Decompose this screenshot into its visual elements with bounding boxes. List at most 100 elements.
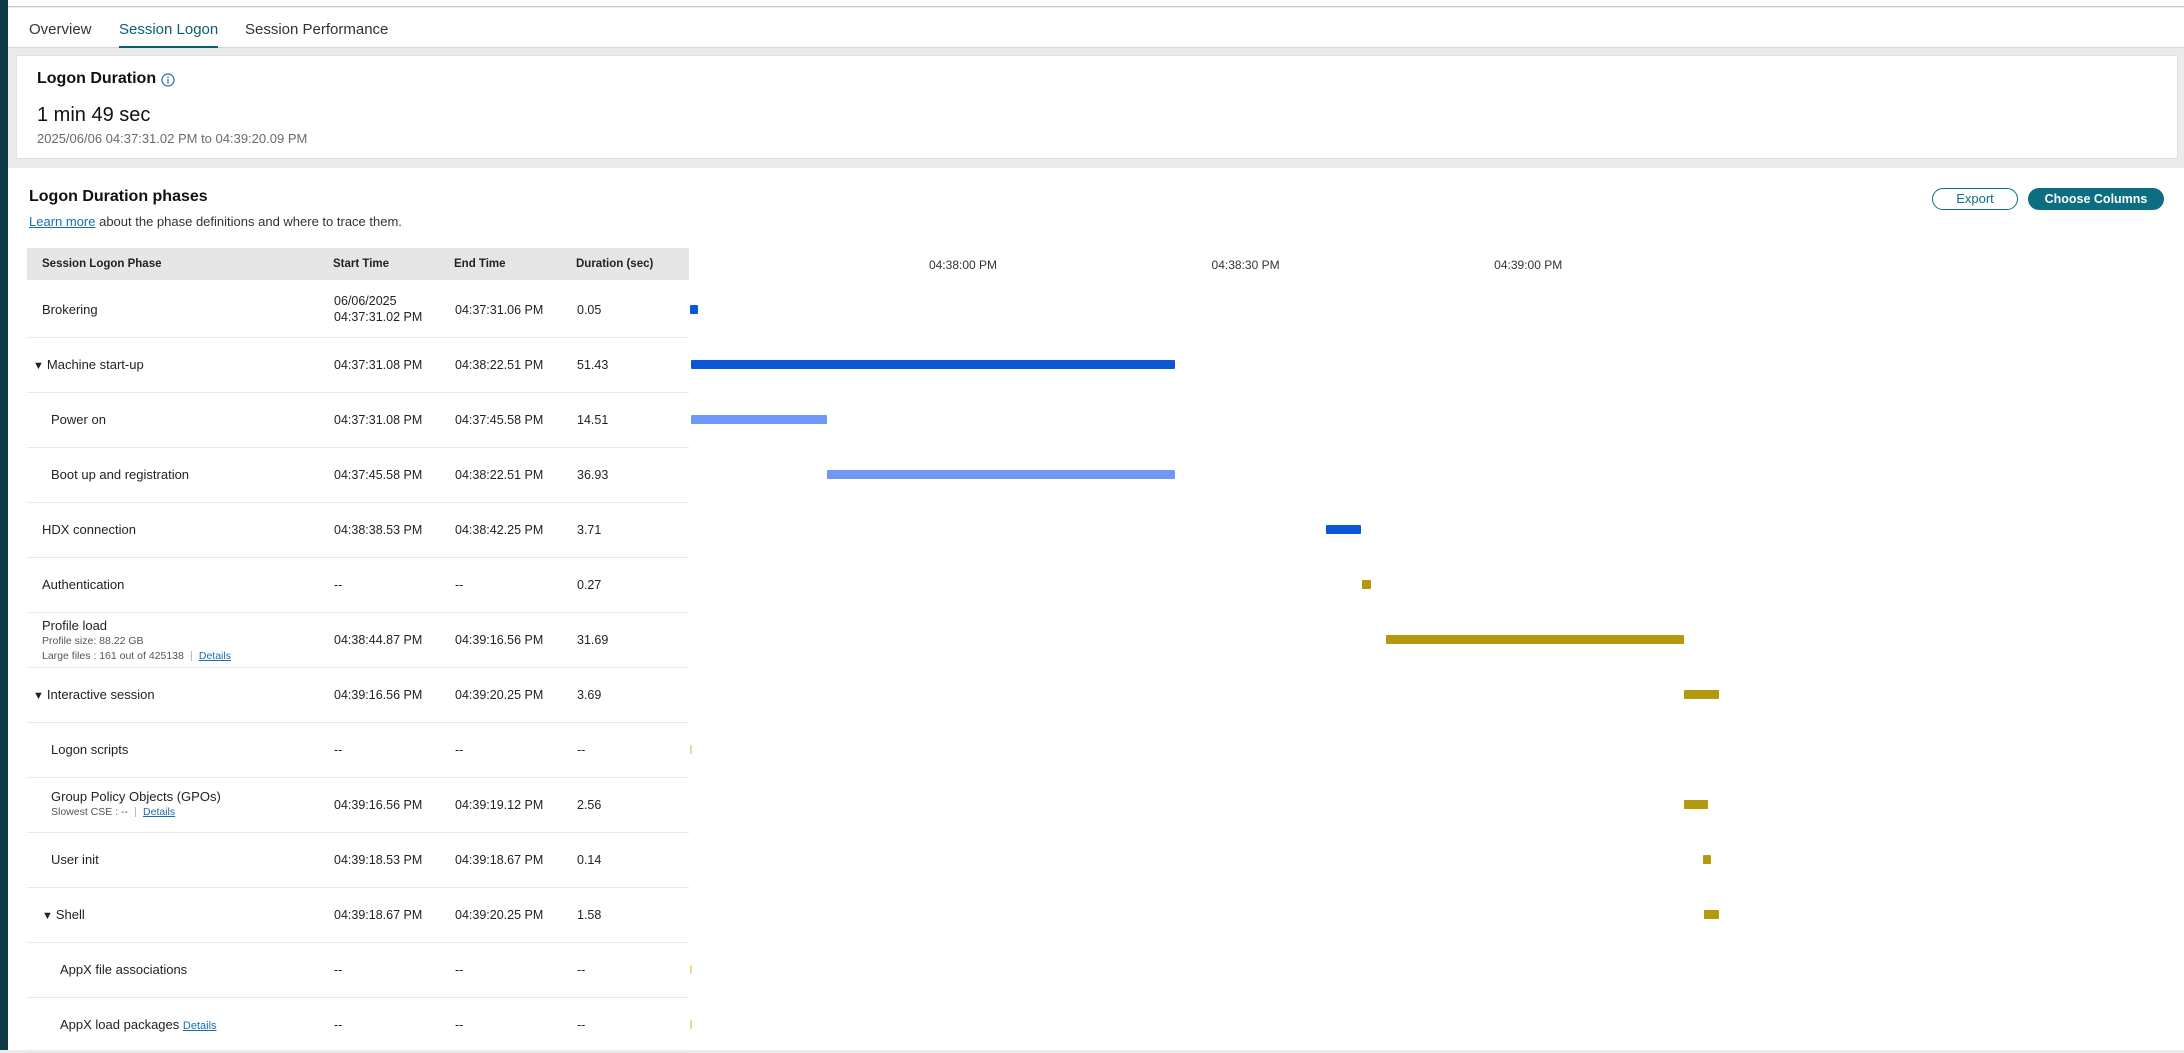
- learn-more-link[interactable]: Learn more: [29, 214, 95, 229]
- table-header: Session Logon Phase Start Time End Time …: [27, 248, 689, 280]
- table-row[interactable]: ▼ Interactive session 04:39:16.56 PM 04:39:…: [27, 668, 689, 723]
- end-time-cell: 04:39:16.56 PM: [455, 633, 544, 647]
- table-row[interactable]: Logon scripts -- -- --: [27, 723, 689, 778]
- duration-cell: 3.69: [577, 688, 602, 702]
- phase-name-line: Profile load: [42, 618, 231, 633]
- timeline-bar[interactable]: [690, 415, 828, 424]
- timeline-tick-label: 04:39:00 PM: [1494, 258, 1563, 272]
- timeline-bar[interactable]: [1684, 690, 1719, 699]
- timeline-bar[interactable]: [1684, 800, 1709, 809]
- phase-name-line: ▼ Interactive session: [33, 687, 155, 702]
- logon-duration-summary: Logon Duration 1 min 49 sec 2025/06/06 0…: [16, 55, 2178, 159]
- phases-title: Logon Duration phases: [29, 188, 208, 205]
- start-time-cell: 04:37:31.08 PM: [334, 413, 423, 427]
- start-time-cell: 04:38:38.53 PM: [334, 523, 423, 537]
- duration-cell: 1.58: [577, 908, 602, 922]
- summary-title: Logon Duration: [37, 70, 157, 87]
- info-icon[interactable]: [161, 73, 175, 87]
- col-header-phase[interactable]: Session Logon Phase: [42, 258, 162, 270]
- phase-name-line: Power on: [51, 412, 106, 427]
- timeline-bar[interactable]: [1702, 855, 1712, 864]
- export-button[interactable]: Export: [1932, 188, 2018, 210]
- phase-name-line: AppX load packages Details: [60, 1017, 217, 1032]
- duration-cell: --: [577, 963, 586, 977]
- phase-name-line: ▼ Machine start-up: [33, 357, 144, 372]
- tab-overview[interactable]: Overview: [29, 21, 92, 48]
- phase-name: Logon scripts: [51, 742, 129, 757]
- timeline-bar[interactable]: [1385, 635, 1685, 644]
- phase-name: Authentication: [42, 577, 125, 592]
- timeline-bar-empty: [690, 965, 692, 974]
- table-row[interactable]: Group Policy Objects (GPOs) Slowest CSE :…: [27, 778, 689, 833]
- phase-meta-text: Large files : 161 out of 425138: [42, 650, 184, 662]
- tab-session-performance[interactable]: Session Performance: [245, 21, 388, 48]
- details-link[interactable]: Details: [199, 650, 231, 662]
- duration-cell: --: [577, 1018, 586, 1032]
- timeline-tick-label: 04:38:30 PM: [1211, 258, 1280, 272]
- table-row[interactable]: Boot up and registration 04:37:45.58 PM 04…: [27, 448, 689, 503]
- phase-meta-text: Slowest CSE : --: [51, 806, 129, 818]
- phase-name: AppX file associations: [60, 962, 188, 977]
- timeline-tick-label: 04:38:00 PM: [928, 258, 998, 272]
- duration-cell: 14.51: [577, 413, 609, 427]
- table-row[interactable]: Profile load Profile size: 88.22 GB Large …: [27, 613, 689, 668]
- table-row[interactable]: Power on 04:37:31.08 PM 04:37:45.58 PM 14.5…: [27, 393, 689, 448]
- duration-cell: 51.43: [577, 358, 609, 372]
- start-time-cell: --: [334, 743, 343, 757]
- timeline-bar[interactable]: [690, 360, 1176, 369]
- timeline-bar[interactable]: [827, 470, 1176, 479]
- col-header-end[interactable]: End Time: [454, 258, 506, 270]
- start-time-cell: --: [334, 578, 343, 592]
- end-time-cell: 04:38:42.25 PM: [455, 523, 544, 537]
- table-row[interactable]: AppX file associations -- -- --: [27, 943, 689, 998]
- table-row[interactable]: Authentication -- -- 0.27: [27, 558, 689, 613]
- phase-name-line: User init: [51, 852, 99, 867]
- phase-name: User init: [51, 852, 99, 867]
- table-row[interactable]: HDX connection 04:38:38.53 PM 04:38:42.25 …: [27, 503, 689, 558]
- phase-name-line: ▼ Shell: [42, 907, 85, 922]
- phase-cell: Logon scripts: [51, 742, 128, 757]
- table-row[interactable]: User init 04:39:18.53 PM 04:39:18.67 PM 0.1…: [27, 833, 689, 888]
- duration-cell: 0.14: [577, 853, 602, 867]
- end-time-cell: --: [455, 743, 464, 757]
- start-time-cell: --: [334, 963, 343, 977]
- end-time-cell: 04:39:19.12 PM: [455, 798, 544, 812]
- tab-session-logon[interactable]: Session Logon: [119, 21, 219, 48]
- timeline-bar[interactable]: [690, 305, 698, 314]
- start-time-cell: --: [334, 1018, 343, 1032]
- phase-name: Interactive session: [46, 687, 155, 702]
- end-time-cell: --: [455, 1018, 464, 1032]
- phase-name: Profile load: [42, 618, 108, 633]
- start-time-cell: 04:39:18.67 PM: [334, 908, 423, 922]
- expand-caret-icon[interactable]: ▼: [33, 360, 44, 372]
- choose-columns-button[interactable]: Choose Columns: [2028, 188, 2164, 210]
- phase-cell: AppX load packages Details: [60, 1017, 217, 1032]
- col-header-duration[interactable]: Duration (sec): [576, 258, 653, 270]
- timeline-bar[interactable]: [1361, 580, 1372, 589]
- tab-bar: Overview Session Logon Session Performan…: [8, 8, 2184, 48]
- timeline-bar[interactable]: [1325, 525, 1361, 534]
- start-time-cell: 04:39:18.53 PM: [334, 853, 423, 867]
- start-time-cell: 04:39:16.56 PM: [334, 798, 423, 812]
- table-row[interactable]: AppX load packages Details -- -- --: [27, 998, 689, 1053]
- expand-caret-icon[interactable]: ▼: [42, 910, 53, 922]
- phase-meta: Large files : 161 out of 425138 Details: [42, 650, 231, 662]
- phase-cell: HDX connection: [42, 522, 136, 537]
- duration-cell: 36.93: [577, 468, 609, 482]
- left-nav-rail: [0, 0, 8, 1050]
- details-link[interactable]: Details: [143, 806, 175, 818]
- timeline-bar[interactable]: [1704, 910, 1719, 919]
- phase-cell: AppX file associations: [60, 962, 187, 977]
- phase-name: Brokering: [42, 302, 98, 317]
- table-row[interactable]: ▼ Shell 04:39:18.67 PM 04:39:20.25 PM 1.58: [27, 888, 689, 943]
- phase-name-line: Boot up and registration: [51, 467, 189, 482]
- end-time-cell: 04:38:22.51 PM: [455, 358, 544, 372]
- details-link[interactable]: Details: [183, 1020, 217, 1032]
- col-header-start[interactable]: Start Time: [333, 258, 389, 270]
- phase-name-line: Brokering: [42, 302, 98, 317]
- table-row[interactable]: Brokering 06/06/2025 04:37:31.02 PM 04:37:3…: [27, 283, 689, 338]
- phase-name: Shell: [55, 907, 85, 922]
- expand-caret-icon[interactable]: ▼: [33, 690, 44, 702]
- start-date: 06/06/2025: [334, 294, 397, 308]
- table-row[interactable]: ▼ Machine start-up 04:37:31.08 PM 04:38:22.…: [27, 338, 689, 393]
